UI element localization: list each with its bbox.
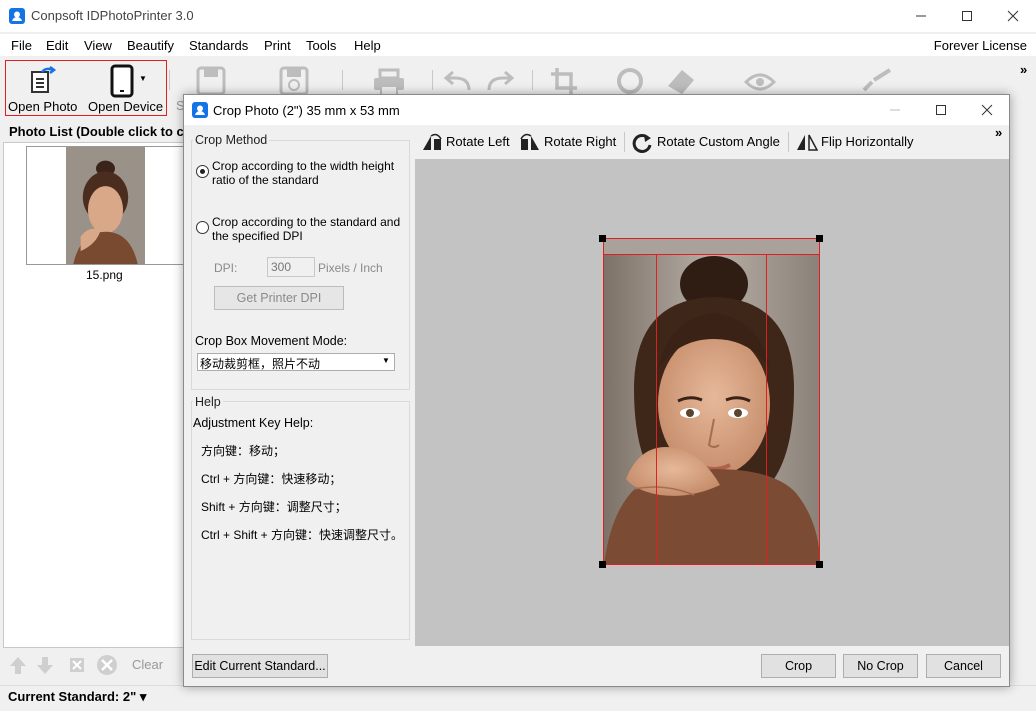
flip-horizontally-button[interactable]: Flip Horizontally <box>821 134 913 149</box>
toolbar-separator <box>432 70 433 90</box>
brush-icon[interactable] <box>860 68 894 97</box>
dialog-close-button[interactable] <box>964 95 1010 125</box>
license-label: Forever License <box>933 38 1027 53</box>
flip-horizontal-icon <box>796 133 819 154</box>
dialog-title: Crop Photo (2") 35 mm x 53 mm <box>213 103 400 118</box>
crop-ratio-label[interactable]: Crop according to the width height ratio… <box>212 159 402 187</box>
crop-handle-top-right[interactable] <box>816 235 823 242</box>
remove-photo-icon[interactable] <box>67 655 87 678</box>
toolbar-separator <box>532 70 533 90</box>
menu-beautify[interactable]: Beautify <box>127 38 174 53</box>
menu-standards[interactable]: Standards <box>189 38 248 53</box>
crop-guide-left <box>656 255 657 565</box>
cancel-button[interactable]: Cancel <box>926 654 1001 678</box>
menu-help[interactable]: Help <box>354 38 381 53</box>
app-icon <box>9 8 25 24</box>
movement-mode-value: 移动裁剪框，照片不动 <box>199 355 376 371</box>
crop-handle-top-left[interactable] <box>599 235 606 242</box>
crop-guide-right <box>766 255 767 565</box>
crop-box[interactable] <box>603 238 820 565</box>
redo-icon[interactable] <box>485 70 515 97</box>
toolbar-separator <box>342 70 343 90</box>
maximize-button[interactable] <box>944 0 990 32</box>
menu-tools[interactable]: Tools <box>306 38 336 53</box>
menu-edit[interactable]: Edit <box>46 38 68 53</box>
minimize-button[interactable] <box>898 0 944 32</box>
crop-ratio-radio[interactable] <box>196 165 209 178</box>
clear-all-icon[interactable] <box>96 654 118 679</box>
move-up-icon[interactable] <box>9 655 27 678</box>
rotate-custom-icon <box>631 132 653 157</box>
crop-button[interactable]: Crop <box>761 654 836 678</box>
help-line: Shift + 方向键：调整尺寸； <box>201 500 347 514</box>
crop-dpi-radio[interactable] <box>196 221 209 234</box>
undo-icon[interactable] <box>443 70 473 97</box>
help-group <box>191 401 410 640</box>
menu-file[interactable]: File <box>11 38 32 53</box>
eye-icon[interactable] <box>743 72 777 95</box>
toolbar-separator <box>624 132 625 152</box>
help-line: 方向键：移动； <box>201 444 286 458</box>
crop-handle-bottom-left[interactable] <box>599 561 606 568</box>
open-photo-icon <box>28 66 58 99</box>
move-down-icon[interactable] <box>36 655 54 678</box>
dpi-label: DPI: <box>214 261 238 275</box>
open-photo-button[interactable]: Open Photo <box>8 62 80 114</box>
toolbar-overflow-icon[interactable]: » <box>1020 62 1027 77</box>
crop-photo-dialog: Crop Photo (2") 35 mm x 53 mm Crop Metho… <box>183 94 1010 687</box>
open-photo-label: Open Photo <box>8 99 78 114</box>
movement-mode-label: Crop Box Movement Mode: <box>195 334 348 348</box>
dpi-unit-label: Pixels / Inch <box>318 261 383 275</box>
crop-guide-top <box>603 254 820 255</box>
chevron-down-icon: ▼ <box>139 74 147 83</box>
thumbnail-image <box>66 147 145 264</box>
crop-handle-bottom-right[interactable] <box>816 561 823 568</box>
dialog-toolbar-overflow-icon[interactable]: » <box>995 125 1002 140</box>
crop-dpi-label[interactable]: Crop according to the standard and the s… <box>212 215 402 243</box>
movement-mode-select[interactable]: 移动裁剪框，照片不动 ▼ <box>197 353 395 371</box>
close-button[interactable] <box>990 0 1036 32</box>
menu-view[interactable]: View <box>84 38 112 53</box>
help-title: Help <box>193 395 223 409</box>
help-line: Ctrl + 方向键：快速移动； <box>201 472 342 486</box>
current-standard-selector[interactable]: Current Standard: 2" ▾ <box>8 689 146 705</box>
help-heading: Adjustment Key Help: <box>193 416 314 430</box>
status-bar <box>0 685 1036 711</box>
menu-print[interactable]: Print <box>264 38 291 53</box>
rotate-right-button[interactable]: Rotate Right <box>544 134 616 149</box>
no-crop-button[interactable]: No Crop <box>843 654 918 678</box>
crop-method-title: Crop Method <box>193 133 270 147</box>
chevron-down-icon: ▼ <box>382 356 390 365</box>
photo-list-header: Photo List (Double click to c <box>0 122 185 142</box>
get-printer-dpi-button[interactable]: Get Printer DPI <box>214 286 344 310</box>
toolbar-separator <box>788 132 789 152</box>
dpi-input[interactable]: 300 <box>267 257 315 277</box>
phone-icon <box>110 64 134 101</box>
window-title: Conpsoft IDPhotoPrinter 3.0 <box>31 8 194 23</box>
dialog-maximize-button[interactable] <box>918 95 964 125</box>
clear-label[interactable]: Clear <box>132 657 163 672</box>
rotate-left-icon <box>421 133 443 154</box>
help-line: Ctrl + Shift + 方向键：快速调整尺寸。 <box>201 528 404 542</box>
rotate-right-icon <box>519 133 541 154</box>
open-device-label: Open Device <box>88 99 164 114</box>
rotate-custom-angle-button[interactable]: Rotate Custom Angle <box>657 134 780 149</box>
dialog-app-icon <box>192 102 208 118</box>
photo-thumbnail[interactable] <box>26 146 185 265</box>
edit-current-standard-button[interactable]: Edit Current Standard... <box>192 654 328 678</box>
thumbnail-caption: 15.png <box>86 268 123 282</box>
dialog-minimize-button[interactable] <box>872 95 918 125</box>
toolbar-separator <box>169 70 170 90</box>
open-device-button[interactable]: ▼ Open Device <box>86 62 166 114</box>
rotate-left-button[interactable]: Rotate Left <box>446 134 510 149</box>
